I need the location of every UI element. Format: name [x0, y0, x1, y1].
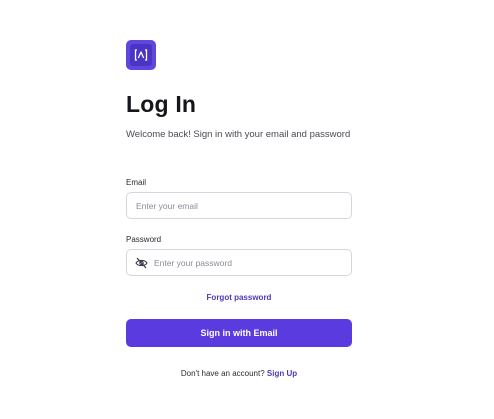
email-label: Email: [126, 178, 147, 187]
page-subtitle: Welcome back! Sign in with your email an…: [126, 129, 351, 140]
sign-up-link[interactable]: Sign Up: [267, 369, 297, 378]
sign-in-with-email-button[interactable]: Sign in with Email: [126, 319, 352, 347]
password-label: Password: [126, 235, 162, 244]
page-title: Log In: [126, 91, 197, 117]
email-placeholder: Enter your email: [136, 200, 198, 211]
password-field[interactable]: Enter your password: [126, 249, 352, 276]
forgot-password-link[interactable]: Forgot password: [0, 293, 478, 302]
signup-prompt: Don't have an account? Sign Up: [0, 369, 478, 378]
signup-prompt-text: Don't have an account?: [180, 369, 265, 378]
caret-bracket-logo-icon: [130, 44, 152, 66]
login-page: Log In Welcome back! Sign in with your e…: [0, 0, 494, 419]
password-placeholder: Enter your password: [154, 257, 232, 268]
app-logo: [126, 40, 156, 70]
eye-off-icon[interactable]: [135, 257, 148, 269]
email-field[interactable]: Enter your email: [126, 192, 352, 219]
